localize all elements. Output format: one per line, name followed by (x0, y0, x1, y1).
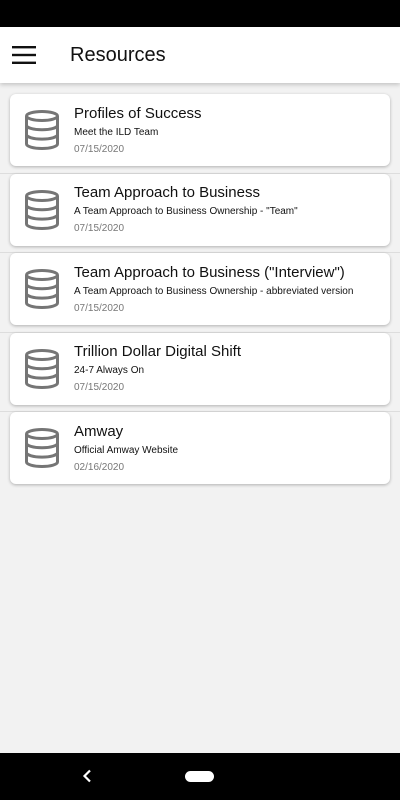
resource-title: Trillion Dollar Digital Shift (74, 343, 241, 360)
status-bar (0, 0, 400, 27)
resource-subtitle: 24-7 Always On (74, 365, 145, 376)
database-icon (10, 333, 74, 405)
list-row: Team Approach to Business A Team Approac… (0, 173, 400, 253)
list-row: Profiles of Success Meet the ILD Team 07… (0, 94, 400, 174)
hamburger-menu-icon[interactable] (0, 31, 48, 79)
resource-card[interactable]: Trillion Dollar Digital Shift 24-7 Alway… (10, 332, 390, 405)
list-row: Trillion Dollar Digital Shift 24-7 Alway… (0, 332, 400, 412)
database-icon (10, 253, 74, 325)
system-nav-bar (0, 753, 400, 800)
resource-title: Team Approach to Business ("Interview") (74, 263, 345, 281)
resource-subtitle: Official Amway Website (74, 444, 179, 456)
resource-list: Profiles of Success Meet the ILD Team 07… (0, 83, 400, 492)
resource-card[interactable]: Team Approach to Business ("Interview") … (10, 253, 390, 325)
home-pill-icon[interactable] (185, 771, 214, 782)
resource-date: 07/15/2020 (74, 382, 125, 393)
resource-date: 02/16/2020 (74, 461, 125, 473)
resource-subtitle: Meet the ILD Team (74, 126, 159, 138)
resource-subtitle: A Team Approach to Business Ownership - … (74, 285, 354, 297)
resource-title: Amway (74, 422, 124, 440)
list-row: Amway Official Amway Website 02/16/2020 (0, 412, 400, 492)
back-chevron-icon[interactable] (76, 765, 98, 787)
app-bar: Resources (0, 27, 400, 83)
database-icon (10, 412, 74, 484)
resource-card[interactable]: Profiles of Success Meet the ILD Team 07… (10, 94, 390, 166)
resource-title: Team Approach to Business (74, 184, 260, 201)
resource-card[interactable]: Amway Official Amway Website 02/16/2020 (10, 412, 390, 484)
resource-date: 07/15/2020 (74, 223, 125, 234)
page-title: Resources (70, 43, 166, 66)
list-row: Team Approach to Business ("Interview") … (0, 253, 400, 333)
resource-date: 07/15/2020 (74, 302, 125, 314)
database-icon (10, 94, 74, 166)
resource-card[interactable]: Team Approach to Business A Team Approac… (10, 173, 390, 246)
resource-subtitle: A Team Approach to Business Ownership - … (74, 206, 298, 217)
resource-title: Profiles of Success (74, 104, 202, 122)
resource-date: 07/15/2020 (74, 143, 125, 155)
database-icon (10, 174, 74, 246)
